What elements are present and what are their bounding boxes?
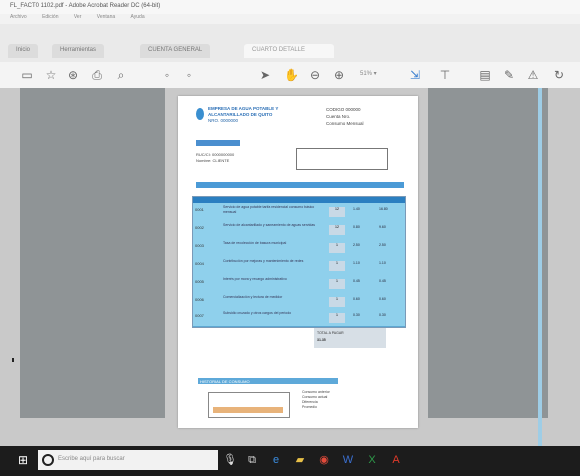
word-icon[interactable]: W	[340, 451, 356, 469]
cortana-icon	[42, 454, 54, 466]
history-chart	[208, 392, 290, 418]
window-title: FL_FACT0 1102.pdf - Adobe Acrobat Reader…	[10, 3, 161, 9]
menu-view[interactable]: Ver	[74, 14, 82, 20]
taskbar-search[interactable]: Escribe aquí para buscar	[38, 450, 218, 470]
menu-help[interactable]: Ayuda	[131, 14, 145, 20]
reference-block: CODIGO 000000 Cuenta Nro. Consumo Mensua…	[326, 106, 364, 127]
fit-page-icon[interactable]: ⇲	[408, 68, 422, 82]
search-icon[interactable]: ⌕	[114, 68, 128, 82]
right-panel-area	[428, 88, 548, 418]
zoom-out-icon[interactable]: ⊖	[308, 68, 322, 82]
mic-icon[interactable]: 🎙	[222, 451, 238, 469]
pen-icon[interactable]: ✎	[502, 68, 516, 82]
star-icon[interactable]: ☆	[44, 68, 58, 82]
history-bar	[213, 407, 283, 413]
history-legend: Consumo anterior Consumo actual Diferenc…	[302, 390, 330, 410]
totals-value: 31.35	[317, 338, 326, 342]
left-panel-area	[20, 88, 165, 418]
table-row: 0001 Servicio de agua potable tarifa res…	[193, 203, 405, 222]
legend-item: Promedio	[302, 405, 317, 409]
info-name: Nombre: CLIENTE	[196, 158, 230, 163]
totals-box: TOTAL A PAGAR 31.35	[314, 328, 386, 348]
menu-bar: Archivo Edición Ver Ventana Ayuda	[0, 14, 580, 24]
menu-window[interactable]: Ventana	[97, 14, 115, 20]
table-row: 0002 Servicio de alcantarillado y saneam…	[193, 221, 405, 240]
tab-general[interactable]: CUENTA GENERAL	[140, 44, 211, 58]
page-icon[interactable]: ▭	[20, 68, 34, 82]
table-row: 0003 Tasa de recolección de basura munic…	[193, 239, 405, 258]
org-number: NRO. 0000000	[208, 118, 239, 123]
tab-home[interactable]: Inicio	[8, 44, 39, 58]
totals-label: TOTAL A PAGAR	[317, 331, 344, 335]
water-drop-logo-icon	[196, 108, 204, 120]
excel-icon[interactable]: X	[364, 451, 380, 469]
upload-icon[interactable]: ⊛	[66, 68, 80, 82]
file-explorer-icon[interactable]: ▰	[292, 451, 308, 469]
tab-bar: Inicio Herramientas CUENTA GENERAL CUART…	[0, 24, 580, 62]
document-viewer[interactable]: EMPRESA DE AGUA POTABLE Y ALCANTARILLADO…	[0, 88, 580, 446]
scroll-highlight[interactable]	[538, 88, 542, 446]
hand-tool-icon[interactable]: ✋	[284, 68, 299, 82]
tab-tools[interactable]: Herramientas	[52, 44, 105, 58]
zoom-in-icon[interactable]: ⊕	[332, 68, 346, 82]
consumption-mini-chart	[296, 148, 388, 170]
windows-taskbar: ⊞ Escribe aquí para buscar 🎙 ⧉ e ▰ ◉ W X…	[0, 446, 580, 476]
tab-document[interactable]: CUARTO DETALLE	[244, 44, 334, 58]
comment-icon[interactable]: ▤	[478, 68, 492, 82]
org-header: EMPRESA DE AGUA POTABLE Y ALCANTARILLADO…	[208, 106, 278, 124]
section-bar-detail	[196, 182, 404, 188]
ref-consumption: Consumo Mensual	[326, 121, 364, 126]
pdf-page: EMPRESA DE AGUA POTABLE Y ALCANTARILLADO…	[178, 96, 418, 428]
menu-edit[interactable]: Edición	[42, 14, 58, 20]
history-title: HISTORIAL DE CONSUMO	[200, 379, 250, 384]
info-ruc: RUC/CI: 0000000000	[196, 152, 235, 157]
edge-icon[interactable]: e	[268, 451, 284, 469]
chrome-icon[interactable]: ◉	[316, 451, 332, 469]
windows-start-icon[interactable]: ⊞	[18, 454, 30, 466]
org-name-1: EMPRESA DE AGUA POTABLE Y	[208, 106, 279, 111]
print-icon[interactable]: ⎙	[90, 68, 104, 82]
table-row: 0006 Comercialización y lectura de medid…	[193, 293, 405, 310]
table-row: 0007 Subsidio cruzado y otros cargos del…	[193, 309, 405, 327]
share-icon[interactable]: ↻	[552, 68, 566, 82]
acrobat-icon[interactable]: A	[388, 451, 404, 469]
stamp-icon[interactable]: ⊤	[438, 68, 452, 82]
next-page-icon[interactable]: ◦	[182, 68, 196, 82]
window-titlebar: FL_FACT0 1102.pdf - Adobe Acrobat Reader…	[0, 0, 580, 14]
section-bar-data	[196, 140, 240, 146]
zoom-level[interactable]: 51% ▾	[360, 70, 377, 77]
prev-page-icon[interactable]: ◦	[160, 68, 174, 82]
org-name-2: ALCANTARILLADO DE QUITO	[208, 112, 273, 117]
sign-icon[interactable]: ⚠	[526, 68, 540, 82]
ref-account: Cuenta Nro.	[326, 114, 351, 119]
taskbar-search-placeholder: Escribe aquí para buscar	[58, 456, 125, 462]
task-view-icon[interactable]: ⧉	[244, 451, 260, 469]
detail-table: 0001 Servicio de agua potable tarifa res…	[192, 196, 406, 328]
select-cursor-icon[interactable]: ➤	[258, 68, 272, 82]
cursor-marker	[12, 358, 14, 362]
ref-code: CODIGO 000000	[326, 107, 361, 112]
table-row: 0005 Interés por mora y recargo administ…	[193, 275, 405, 294]
menu-file[interactable]: Archivo	[10, 14, 27, 20]
table-row: 0004 Contribución por mejoras y mantenim…	[193, 257, 405, 276]
toolbar: ▭ ☆ ⊛ ⎙ ⌕ ◦ ◦ ➤ ✋ ⊖ ⊕ 51% ▾ ⇲ ⊤ ▤ ✎ ⚠ ↻	[0, 62, 580, 89]
